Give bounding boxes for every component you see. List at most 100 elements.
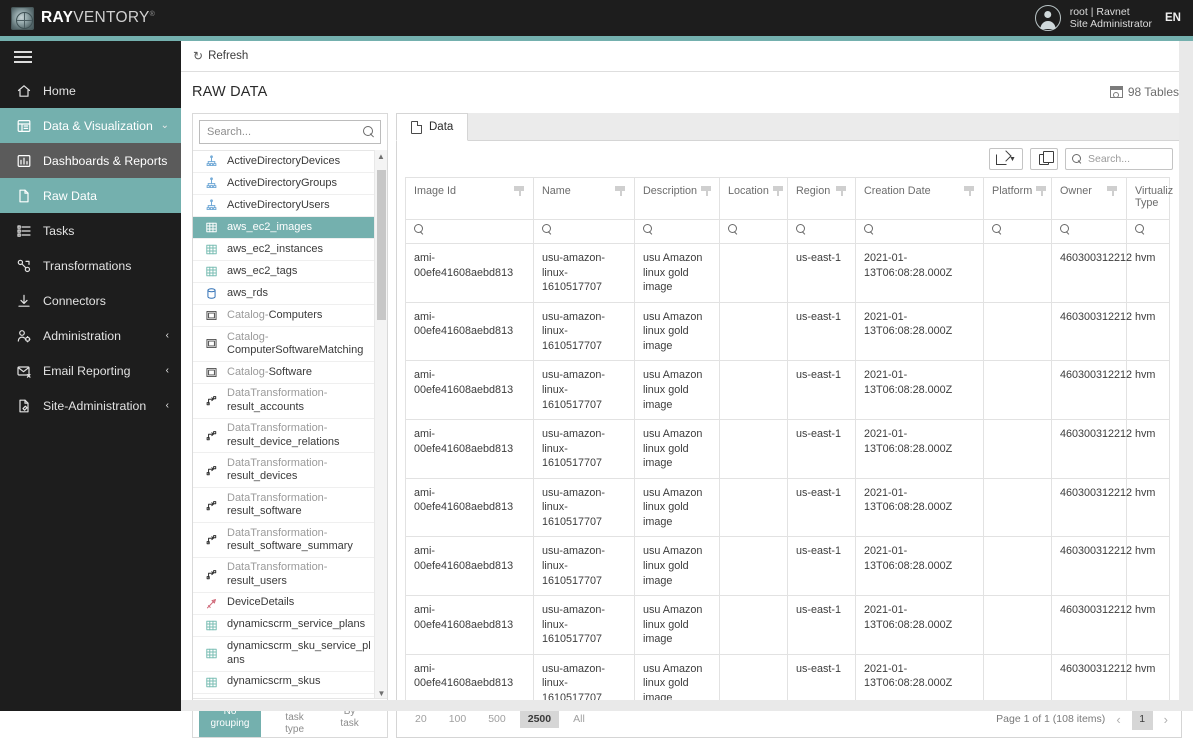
table-list-item[interactable]: DataTransformation-result_users xyxy=(193,558,387,593)
column-filter-cell[interactable] xyxy=(1127,220,1170,244)
column-header[interactable]: Owner xyxy=(1052,178,1127,220)
funnel-filter-icon[interactable] xyxy=(1036,186,1047,196)
funnel-filter-icon[interactable] xyxy=(1107,186,1118,196)
funnel-filter-icon[interactable] xyxy=(836,186,847,196)
column-filter-cell[interactable] xyxy=(635,220,720,244)
table-list-item[interactable]: DataTransformation-result_accounts xyxy=(193,384,387,419)
column-header[interactable]: Creation Date xyxy=(856,178,984,220)
table-list-item[interactable]: aws_ec2_instances xyxy=(193,239,387,261)
search-icon[interactable] xyxy=(363,126,376,139)
grid-search-box[interactable] xyxy=(1065,148,1173,170)
table-row[interactable]: ami-00efe41608aebd813usu-amazon-linux-16… xyxy=(406,420,1170,479)
page-number-button[interactable]: 1 xyxy=(1132,708,1153,730)
sidebar-item-label: Transformations xyxy=(43,259,131,273)
column-filter-cell[interactable] xyxy=(406,220,534,244)
table-list[interactable]: ActiveDirectoryDevicesActiveDirectoryGro… xyxy=(193,150,387,700)
funnel-filter-icon[interactable] xyxy=(514,186,525,196)
column-header[interactable]: Platform xyxy=(984,178,1052,220)
table-list-item[interactable]: ActiveDirectoryUsers xyxy=(193,195,387,217)
page-size-option[interactable]: 500 xyxy=(480,710,514,728)
hamburger-menu-icon[interactable] xyxy=(0,41,181,73)
table-list-item[interactable]: DeviceDetails xyxy=(193,593,387,615)
page-size-option[interactable]: 2500 xyxy=(520,710,559,728)
table-search-wrapper xyxy=(193,114,387,150)
table-list-item[interactable]: aws_ec2_images xyxy=(193,217,387,239)
chevron-up-icon[interactable]: ▲ xyxy=(375,150,387,163)
table-item-name: aws_ec2_images xyxy=(227,221,312,233)
table-row[interactable]: ami-00efe41608aebd813usu-amazon-linux-16… xyxy=(406,478,1170,537)
table-list-panel: ActiveDirectoryDevicesActiveDirectoryGro… xyxy=(192,113,388,738)
table-list-item[interactable]: Catalog-ComputerSoftwareMatching xyxy=(193,327,387,362)
table-row[interactable]: ami-00efe41608aebd813usu-amazon-linux-16… xyxy=(406,244,1170,303)
funnel-filter-icon[interactable] xyxy=(701,186,712,196)
column-filter-cell[interactable] xyxy=(788,220,856,244)
page-size-option[interactable]: 20 xyxy=(407,710,435,728)
sidebar-item-administration[interactable]: Administration‹ xyxy=(0,318,181,353)
column-filter-cell[interactable] xyxy=(984,220,1052,244)
column-header[interactable]: Region xyxy=(788,178,856,220)
copy-button[interactable] xyxy=(1030,148,1058,170)
sidebar-item-dashboards-reports[interactable]: Dashboards & Reports xyxy=(0,143,181,178)
page-size-selector: 20 100 500 2500 All xyxy=(407,710,599,728)
table-list-item[interactable]: Catalog-Software xyxy=(193,362,387,384)
sidebar-item-raw-data[interactable]: Raw Data xyxy=(0,178,181,213)
page-size-option[interactable]: 100 xyxy=(441,710,475,728)
active-directory-icon xyxy=(203,177,219,190)
table-row[interactable]: ami-00efe41608aebd813usu-amazon-linux-16… xyxy=(406,596,1170,655)
column-filter-cell[interactable] xyxy=(1052,220,1127,244)
table-item-name: dynamicscrm_service_plans xyxy=(227,618,365,630)
sidebar-item-data-visualization[interactable]: Data & Visualization⌄ xyxy=(0,108,181,143)
table-list-item[interactable]: aws_rds xyxy=(193,283,387,305)
table-list-item[interactable]: dynamicscrm_sku_service_plans xyxy=(193,637,387,672)
column-header-label: Region xyxy=(796,185,830,197)
export-button[interactable]: ▼ xyxy=(989,148,1023,170)
column-filter-cell[interactable] xyxy=(534,220,635,244)
sidebar-item-tasks[interactable]: Tasks xyxy=(0,213,181,248)
table-list-item[interactable]: DataTransformation-result_device_relatio… xyxy=(193,419,387,454)
funnel-filter-icon[interactable] xyxy=(964,186,975,196)
column-filter-cell[interactable] xyxy=(856,220,984,244)
tab-data[interactable]: Data xyxy=(396,113,468,141)
table-list-item[interactable]: DataTransformation-result_software xyxy=(193,488,387,523)
language-selector[interactable]: EN xyxy=(1165,12,1181,24)
funnel-filter-icon[interactable] xyxy=(615,186,626,196)
user-account-area[interactable]: root | Ravnet Site Administrator EN xyxy=(1035,5,1193,31)
table-cell-virtualization-type: hvm xyxy=(1127,302,1170,361)
table-list-item[interactable]: Catalog-Computers xyxy=(193,305,387,327)
sidebar-item-connectors[interactable]: Connectors xyxy=(0,283,181,318)
table-row[interactable]: ami-00efe41608aebd813usu-amazon-linux-16… xyxy=(406,537,1170,596)
table-list-item[interactable]: dynamicscrm_skus xyxy=(193,672,387,694)
scrollbar-thumb[interactable] xyxy=(377,170,386,320)
table-row[interactable]: ami-00efe41608aebd813usu-amazon-linux-16… xyxy=(406,361,1170,420)
table-list-item[interactable]: DataTransformation-result_devices xyxy=(193,453,387,488)
table-row[interactable]: ami-00efe41608aebd813usu-amazon-linux-16… xyxy=(406,302,1170,361)
main-content: ↻ Refresh RAW DATA 98 Tables ActiveDirec… xyxy=(181,41,1193,711)
table-row[interactable]: ami-00efe41608aebd813usu-amazon-linux-16… xyxy=(406,654,1170,701)
table-list-item[interactable]: ActiveDirectoryDevices xyxy=(193,151,387,173)
grid-search-input[interactable] xyxy=(1088,153,1166,165)
sidebar-item-transformations[interactable]: Transformations xyxy=(0,248,181,283)
column-header[interactable]: Name xyxy=(534,178,635,220)
chevron-right-icon[interactable]: › xyxy=(1161,712,1171,727)
page-size-option[interactable]: All xyxy=(565,710,593,728)
column-header[interactable]: Image Id xyxy=(406,178,534,220)
grid-scroll-area[interactable]: Image IdNameDescriptionLocation Region Cre… xyxy=(405,177,1173,701)
table-list-item[interactable]: ActiveDirectoryGroups xyxy=(193,173,387,195)
column-header[interactable]: Location xyxy=(720,178,788,220)
table-cell-creation-date: 2021-01-13T06:08:28.000Z xyxy=(856,361,984,420)
sidebar-item-home[interactable]: Home xyxy=(0,73,181,108)
table-list-item[interactable]: DataTransformation-result_software_summa… xyxy=(193,523,387,558)
chevron-left-icon[interactable]: ‹ xyxy=(1113,712,1123,727)
table-list-scrollbar[interactable]: ▲ ▼ xyxy=(374,150,387,700)
table-list-item[interactable]: dynamicscrm_service_plans xyxy=(193,615,387,637)
table-search-input[interactable] xyxy=(207,126,363,138)
table-search-box[interactable] xyxy=(199,120,381,144)
column-header[interactable]: Virtualization Type xyxy=(1127,178,1170,220)
refresh-button[interactable]: ↻ Refresh xyxy=(193,49,248,63)
sidebar-item-email-reporting[interactable]: Email Reporting‹ xyxy=(0,353,181,388)
column-header[interactable]: Description xyxy=(635,178,720,220)
column-filter-cell[interactable] xyxy=(720,220,788,244)
funnel-filter-icon[interactable] xyxy=(773,186,784,196)
table-list-item[interactable]: aws_ec2_tags xyxy=(193,261,387,283)
sidebar-item-site-administration[interactable]: Site-Administration‹ xyxy=(0,388,181,423)
